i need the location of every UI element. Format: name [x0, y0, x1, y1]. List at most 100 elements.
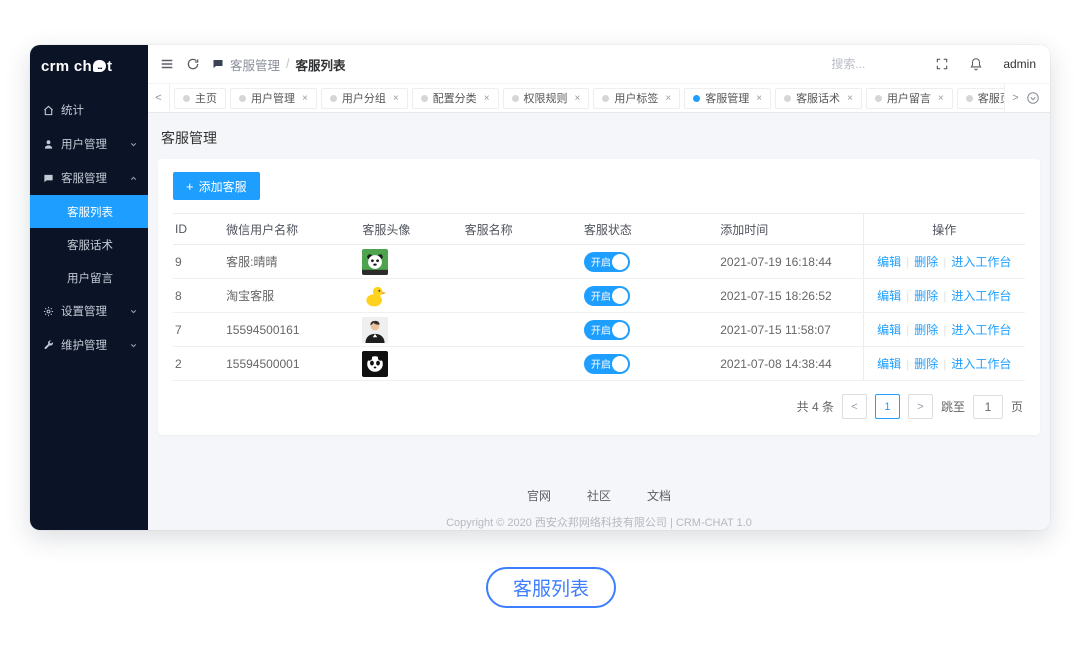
pagination: 共 4 条 < 1 > 跳至 页 [173, 381, 1025, 429]
close-icon[interactable]: × [847, 93, 853, 104]
status-toggle[interactable]: 开启 [583, 285, 630, 306]
jump-page-input[interactable] [972, 394, 1003, 419]
table-row: 8 淘宝客服 开启 2021-07-15 18:26:52 编辑 | 删除 | 进入工作台 [173, 278, 1025, 313]
close-icon[interactable]: × [575, 93, 581, 104]
hamburger-menu-icon[interactable] [160, 57, 174, 71]
action-separator: | [906, 323, 910, 337]
tab-active-dot-icon [693, 94, 701, 102]
tab-主页[interactable]: 主页 [174, 87, 226, 109]
tab-label: 用户管理 [251, 93, 295, 105]
tab-dot-icon [602, 94, 610, 102]
toggle-knob [611, 321, 628, 338]
next-page-button[interactable]: > [907, 394, 933, 419]
action-link-进入工作台[interactable]: 进入工作台 [951, 323, 1011, 337]
action-link-删除[interactable]: 删除 [914, 357, 938, 371]
home-icon [43, 105, 54, 116]
user-menu[interactable]: admin [1003, 57, 1036, 71]
action-separator: | [906, 357, 910, 371]
action-link-删除[interactable]: 删除 [914, 323, 938, 337]
sidebar-item-设置管理[interactable]: 设置管理 [30, 294, 148, 328]
action-link-编辑[interactable]: 编辑 [877, 289, 901, 303]
footer-link-社区[interactable]: 社区 [587, 487, 611, 504]
breadcrumb-current: 客服列表 [295, 58, 346, 73]
tab-label: 用户标签 [614, 93, 659, 105]
close-icon[interactable]: × [484, 93, 490, 104]
refresh-icon[interactable] [186, 57, 200, 71]
sidebar-item-label: 用户管理 [61, 139, 107, 151]
action-link-编辑[interactable]: 编辑 [877, 357, 901, 371]
cell-actions: 编辑 | 删除 | 进入工作台 [862, 278, 1025, 313]
chat-icon [212, 58, 224, 70]
tab-scroll-left-button[interactable]: < [148, 84, 170, 112]
breadcrumb-parent[interactable]: 客服管理 [230, 55, 280, 74]
footer-link-官网[interactable]: 官网 [527, 487, 551, 504]
cell-status: 开启 [581, 244, 719, 279]
tab-权限规则[interactable]: 权限规则 × [502, 87, 590, 109]
chevron-down-icon [129, 341, 138, 350]
footer-link-文档[interactable]: 文档 [647, 487, 671, 504]
current-page-button[interactable]: 1 [874, 394, 900, 419]
sidebar-item-维护管理[interactable]: 维护管理 [30, 328, 148, 362]
prev-page-button[interactable]: < [841, 394, 867, 419]
tab-配置分类[interactable]: 配置分类 × [411, 87, 499, 109]
chat-bubble-icon: ... [93, 60, 106, 72]
bell-icon[interactable] [969, 57, 983, 71]
cell-service-name [462, 346, 582, 381]
action-link-进入工作台[interactable]: 进入工作台 [951, 357, 1011, 371]
status-toggle[interactable]: 开启 [583, 353, 630, 374]
action-link-进入工作台[interactable]: 进入工作台 [951, 255, 1011, 269]
search-input[interactable] [831, 57, 916, 71]
tab-客服话术[interactable]: 客服话术 × [775, 87, 862, 109]
cell-id: 8 [173, 278, 225, 313]
column-header: 添加时间 [718, 213, 864, 245]
status-toggle[interactable]: 开启 [583, 319, 630, 340]
tab-label: 客服页面广告 [977, 93, 1004, 105]
sidebar-item-客服管理[interactable]: 客服管理 [30, 161, 148, 195]
close-icon[interactable]: × [665, 93, 671, 104]
cell-actions: 编辑 | 删除 | 进入工作台 [862, 312, 1025, 347]
sidebar-subitem-用户留言[interactable]: 用户留言 [30, 261, 148, 294]
tab-dot-icon [965, 94, 973, 102]
tab-dot-icon [183, 94, 190, 102]
column-header: 操作 [862, 213, 1025, 245]
toggle-label: 开启 [590, 292, 611, 303]
add-customer-service-button[interactable]: + 添加客服 [173, 172, 260, 200]
sidebar-item-用户管理[interactable]: 用户管理 [30, 127, 148, 161]
tab-scroll-right-button[interactable]: > [1004, 84, 1026, 112]
tab-客服管理[interactable]: 客服管理 × [684, 87, 772, 109]
tab-dot-icon [874, 94, 882, 102]
sidebar-subitem-客服列表[interactable]: 客服列表 [30, 195, 148, 228]
tab-用户分组[interactable]: 用户分组 × [320, 87, 408, 109]
tab-dot-icon [329, 94, 337, 102]
cell-service-name [462, 312, 582, 347]
action-link-编辑[interactable]: 编辑 [877, 323, 901, 337]
close-icon[interactable]: × [302, 93, 308, 104]
sidebar-item-label: 统计 [61, 105, 84, 117]
duck-avatar [362, 282, 389, 309]
logo-text-right: t [107, 57, 113, 75]
tab-用户标签[interactable]: 用户标签 × [593, 87, 681, 109]
page-footer: 官网 社区 文档 Copyright © 2020 西安众邦网络科技有限公司 | C… [158, 487, 1040, 530]
person-avatar [362, 316, 389, 343]
tab-options-icon[interactable] [1026, 91, 1050, 105]
action-link-删除[interactable]: 删除 [914, 289, 938, 303]
cell-id: 2 [173, 346, 225, 381]
action-link-进入工作台[interactable]: 进入工作台 [951, 289, 1011, 303]
chevron-down-icon [129, 307, 138, 316]
close-icon[interactable]: × [393, 93, 399, 104]
fullscreen-icon[interactable] [935, 57, 949, 71]
close-icon[interactable]: × [938, 93, 944, 104]
action-link-删除[interactable]: 删除 [914, 255, 938, 269]
sidebar-item-统计[interactable]: 统计 [30, 93, 148, 127]
page-content: 客服管理 + 添加客服 ID 微信用户名称 客服头像 客服名称 客服状态 添加时间 操作 9… [148, 113, 1050, 530]
action-separator: | [943, 357, 947, 371]
close-icon[interactable]: × [756, 93, 762, 104]
status-toggle[interactable]: 开启 [583, 251, 630, 272]
topbar-right: admin [831, 57, 1036, 71]
tab-dot-icon [511, 94, 519, 102]
sidebar-subitem-客服话术[interactable]: 客服话术 [30, 228, 148, 261]
tab-客服页面广告[interactable]: 客服页面广告× [956, 87, 1004, 109]
action-link-编辑[interactable]: 编辑 [877, 255, 901, 269]
tab-用户管理[interactable]: 用户管理 × [230, 87, 317, 109]
tab-用户留言[interactable]: 用户留言 × [865, 87, 953, 109]
